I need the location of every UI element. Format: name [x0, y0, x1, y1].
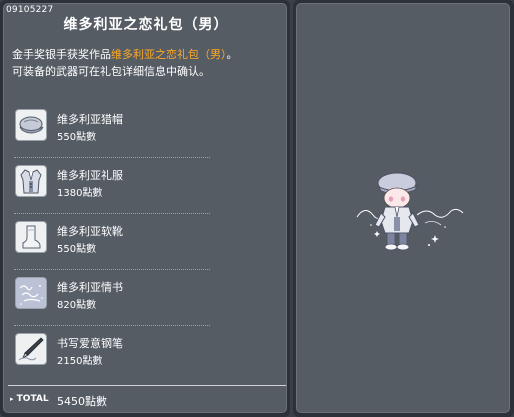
total-arrow-icon: ▸: [10, 395, 14, 403]
item-name: 维多利亚软靴: [57, 225, 123, 238]
package-item-soft-boots[interactable]: 维多利亚软靴 550點數: [12, 214, 212, 270]
item-price: 2150點數: [57, 356, 103, 367]
description-line-1: 金手奖银手获奖作品维多利亚之恋礼包（男）。: [12, 46, 284, 63]
love-letter-icon: [15, 277, 47, 309]
package-description: 金手奖银手获奖作品维多利亚之恋礼包（男）。 可装备的武器可在礼包详细信息中确认。: [12, 46, 284, 80]
item-price: 550點數: [57, 244, 97, 255]
package-item-fountain-pen[interactable]: 书写爱意钢笔 2150點數: [12, 326, 212, 382]
package-info-panel: 09105227 维多利亚之恋礼包（男） 金手奖银手获奖作品维多利亚之恋礼包（男…: [3, 3, 287, 413]
character-preview: [355, 165, 465, 260]
description-line-2: 可装备的武器可在礼包详细信息中确认。: [12, 65, 210, 78]
suit-icon: [15, 165, 47, 197]
total-value: 5450點數: [57, 395, 107, 408]
item-price: 1380點數: [57, 188, 103, 199]
description-suffix: 。: [226, 48, 238, 61]
total-divider: [8, 385, 286, 386]
package-item-hunting-cap[interactable]: 维多利亚猎帽 550點數: [12, 102, 212, 158]
description-prefix: 金手奖银手获奖作品: [12, 48, 111, 61]
item-price: 820點數: [57, 300, 97, 311]
fountain-pen-icon: [15, 333, 47, 365]
total-label-text: TOTAL: [16, 394, 49, 404]
package-item-suit[interactable]: 维多利亚礼服 1380點數: [12, 158, 212, 214]
total-label: ▸ TOTAL: [10, 394, 49, 404]
item-name: 维多利亚礼服: [57, 169, 123, 182]
package-item-love-letter[interactable]: 维多利亚情书 820點數: [12, 270, 212, 326]
item-name: 维多利亚情书: [57, 281, 123, 294]
soft-boots-icon: [15, 221, 47, 253]
item-name: 书写爱意钢笔: [57, 337, 123, 350]
description-highlight: 维多利亚之恋礼包（男）: [111, 48, 227, 61]
package-title: 维多利亚之恋礼包（男）: [63, 17, 229, 33]
hunting-cap-icon: [15, 109, 47, 141]
item-price: 550點數: [57, 132, 97, 143]
item-name: 维多利亚猎帽: [57, 113, 123, 126]
